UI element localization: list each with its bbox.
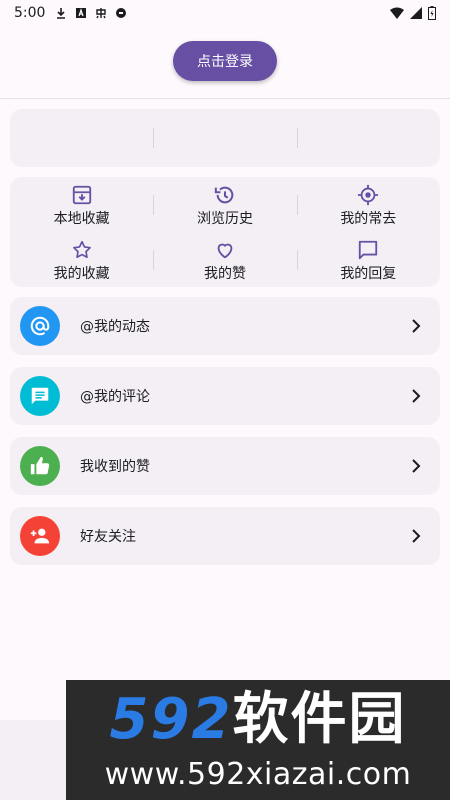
thumb-up-icon-badge (20, 446, 60, 486)
comment-icon (359, 240, 378, 260)
menu-label: @我的动态 (80, 319, 150, 335)
stats-cell[interactable] (10, 109, 153, 167)
chevron-right-icon (412, 529, 421, 543)
watermark-brand: 592软件园 (66, 688, 450, 752)
quick-actions-row: 我的收藏 我的赞 我的回复 (10, 232, 440, 287)
at-icon-badge (20, 306, 60, 346)
grid-divider (296, 249, 298, 270)
my-replies-item[interactable]: 我的回复 (296, 232, 440, 287)
grid-divider (296, 194, 298, 215)
stats-divider (153, 128, 155, 148)
archive-icon (72, 185, 91, 205)
status-icons-right (390, 6, 436, 20)
download-icon (57, 8, 66, 19)
watermark-number: 592 (109, 687, 233, 752)
menu-label: 我收到的赞 (80, 459, 150, 475)
wifi-icon (390, 7, 404, 19)
header-divider (0, 98, 450, 99)
my-likes-item[interactable]: 我的赞 (153, 232, 296, 287)
chevron-right-icon (412, 459, 421, 473)
menu-label: 好友关注 (80, 529, 136, 545)
history-icon (214, 186, 234, 204)
browse-history-item[interactable]: 浏览历史 (153, 177, 296, 232)
grid-label: 浏览历史 (196, 211, 253, 227)
received-likes-item[interactable]: 我收到的赞 (10, 437, 440, 495)
local-favorites-item[interactable]: 本地收藏 (10, 177, 153, 232)
login-area: 点击登录 (0, 41, 450, 81)
grid-divider (153, 194, 155, 215)
menu-label: @我的评论 (80, 389, 150, 405)
chevron-right-icon (412, 319, 421, 333)
stats-cell[interactable] (153, 109, 296, 167)
quick-actions-card: 本地收藏 浏览历史 我的常去 我的收藏 我的赞 我的回复 (10, 177, 440, 287)
stats-cell[interactable] (296, 109, 440, 167)
message-icon (31, 387, 49, 405)
grid-label: 我的常去 (340, 211, 397, 227)
grid-label: 我的收藏 (53, 266, 110, 282)
grid-label: 我的赞 (203, 266, 246, 282)
grid-divider (153, 249, 155, 270)
status-time: 5:00 (14, 5, 46, 21)
message-icon-badge (20, 376, 60, 416)
watermark-url: www.592xiazai.com (104, 757, 412, 792)
status-icons-left (55, 7, 127, 19)
login-button[interactable]: 点击登录 (173, 41, 277, 81)
stats-divider (296, 128, 298, 148)
frequent-places-item[interactable]: 我的常去 (296, 177, 440, 232)
person-add-icon (30, 528, 50, 544)
star-icon (72, 240, 91, 259)
quick-actions-row: 本地收藏 浏览历史 我的常去 (10, 177, 440, 232)
signal-icon (410, 7, 422, 19)
battery-icon (428, 6, 436, 20)
watermark-logo: 592软件园 www.592xiazai.com (66, 680, 450, 800)
my-comments-item[interactable]: @我的评论 (10, 367, 440, 425)
thumb-up-icon (30, 456, 50, 475)
circle-icon (116, 8, 127, 18)
watermark-chinese: 软件园 (232, 687, 407, 752)
my-favorites-item[interactable]: 我的收藏 (10, 232, 153, 287)
person-add-icon-badge (20, 516, 60, 556)
grid-label: 我的回复 (340, 266, 397, 282)
friends-follow-item[interactable]: 好友关注 (10, 507, 440, 565)
a-box-icon (76, 8, 87, 18)
heart-icon (217, 243, 233, 259)
bottom-navigation-partial (0, 720, 66, 800)
status-bar: 5:00 (0, 0, 450, 26)
at-icon (30, 316, 50, 336)
stats-card (10, 109, 440, 167)
my-mentions-item[interactable]: @我的动态 (10, 297, 440, 355)
location-icon (358, 184, 379, 206)
app-icon (96, 8, 107, 19)
grid-label: 本地收藏 (53, 211, 110, 227)
chevron-right-icon (412, 389, 421, 403)
